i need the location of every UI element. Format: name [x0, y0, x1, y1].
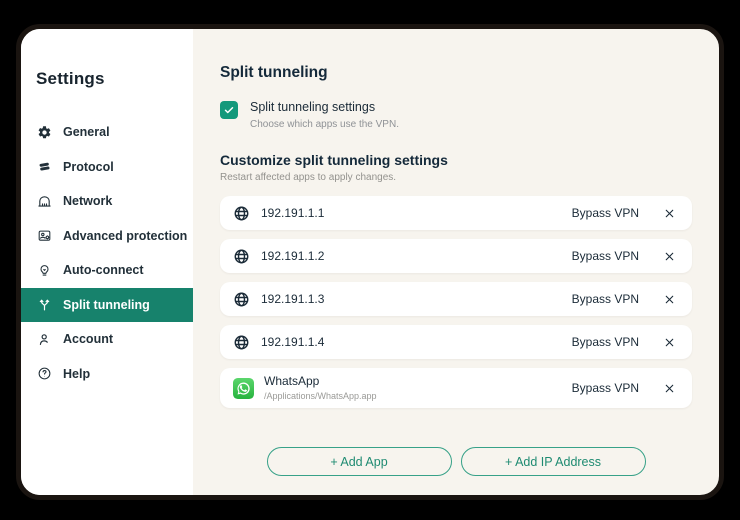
row-path: /Applications/WhatsApp.app [264, 391, 377, 401]
globe-icon [233, 248, 250, 265]
close-icon[interactable] [661, 291, 677, 307]
row-name: WhatsApp [264, 374, 320, 388]
bypass-mode-label[interactable]: Bypass VPN [572, 206, 639, 220]
globe-icon [233, 205, 250, 222]
split-tunneling-toggle-row: Split tunneling settings Choose which ap… [220, 100, 692, 130]
sidebar-item-label: Network [63, 194, 113, 209]
sidebar-item-label: Auto-connect [63, 263, 144, 278]
layers-icon [37, 159, 52, 174]
table-row: 192.191.1.3 Bypass VPN [220, 282, 692, 316]
table-row: 192.191.1.4 Bypass VPN [220, 325, 692, 359]
sidebar-item-label: Split tunneling [63, 297, 150, 312]
row-name: 192.191.1.4 [261, 334, 325, 349]
id-badge-icon [37, 228, 52, 243]
sidebar-item-label: Advanced protection [63, 228, 188, 243]
sidebar-item-account[interactable]: Account [21, 322, 193, 357]
sidebar-nav: General Protocol Network Advanced protec… [21, 115, 193, 391]
globe-icon [233, 334, 250, 351]
sidebar-item-advanced-protection[interactable]: Advanced protection [21, 219, 193, 254]
split-branch-icon [37, 297, 52, 312]
person-icon [37, 332, 52, 347]
sidebar-item-split-tunneling[interactable]: Split tunneling [21, 287, 193, 322]
section-description: Restart affected apps to apply changes. [220, 172, 397, 183]
section-title: Customize split tunneling settings [220, 152, 448, 168]
page-title: Split tunneling [220, 64, 328, 81]
add-ip-address-button[interactable]: + Add IP Address [460, 447, 646, 476]
table-row: 192.191.1.2 Bypass VPN [220, 239, 692, 273]
row-name: 192.191.1.1 [261, 205, 325, 220]
settings-window: Settings General Protocol Network Advanc… [16, 24, 724, 500]
split-tunnel-list: 192.191.1.1 Bypass VPN 192.191.1.2 Bypas… [220, 196, 692, 408]
sidebar-item-label: Protocol [63, 159, 114, 174]
whatsapp-icon [233, 377, 254, 399]
close-icon[interactable] [661, 248, 677, 264]
sidebar-item-help[interactable]: Help [21, 357, 193, 392]
toggle-label: Split tunneling settings [250, 100, 376, 114]
lightbulb-icon [37, 263, 52, 278]
sidebar-item-label: Account [63, 332, 113, 347]
sidebar-item-label: General [63, 125, 110, 140]
close-icon[interactable] [661, 334, 677, 350]
network-port-icon [37, 194, 52, 209]
table-row: 192.191.1.1 Bypass VPN [220, 196, 692, 230]
add-app-button[interactable]: + Add App [266, 447, 452, 476]
globe-icon [233, 291, 250, 308]
sidebar-item-auto-connect[interactable]: Auto-connect [21, 253, 193, 288]
bypass-mode-label[interactable]: Bypass VPN [572, 335, 639, 349]
close-icon[interactable] [661, 205, 677, 221]
table-row: WhatsApp /Applications/WhatsApp.app Bypa… [220, 368, 692, 408]
actions-bar: + Add App + Add IP Address [220, 447, 692, 476]
sidebar-item-protocol[interactable]: Protocol [21, 150, 193, 185]
help-icon [37, 366, 52, 381]
close-icon[interactable] [661, 380, 677, 396]
toggle-description: Choose which apps use the VPN. [250, 119, 399, 130]
sidebar-item-network[interactable]: Network [21, 184, 193, 219]
bypass-mode-label[interactable]: Bypass VPN [572, 292, 639, 306]
split-tunneling-checkbox[interactable] [220, 101, 238, 119]
row-name: 192.191.1.2 [261, 248, 325, 263]
sidebar-item-general[interactable]: General [21, 115, 193, 150]
sidebar-title: Settings [36, 69, 105, 88]
sidebar: Settings General Protocol Network Advanc… [21, 29, 193, 495]
gear-icon [37, 125, 52, 140]
bypass-mode-label[interactable]: Bypass VPN [572, 381, 639, 395]
row-name: 192.191.1.3 [261, 291, 325, 306]
bypass-mode-label[interactable]: Bypass VPN [572, 249, 639, 263]
sidebar-item-label: Help [63, 366, 91, 381]
check-icon [224, 107, 234, 114]
split-tunneling-panel: Split tunneling Split tunneling settings… [193, 29, 719, 495]
